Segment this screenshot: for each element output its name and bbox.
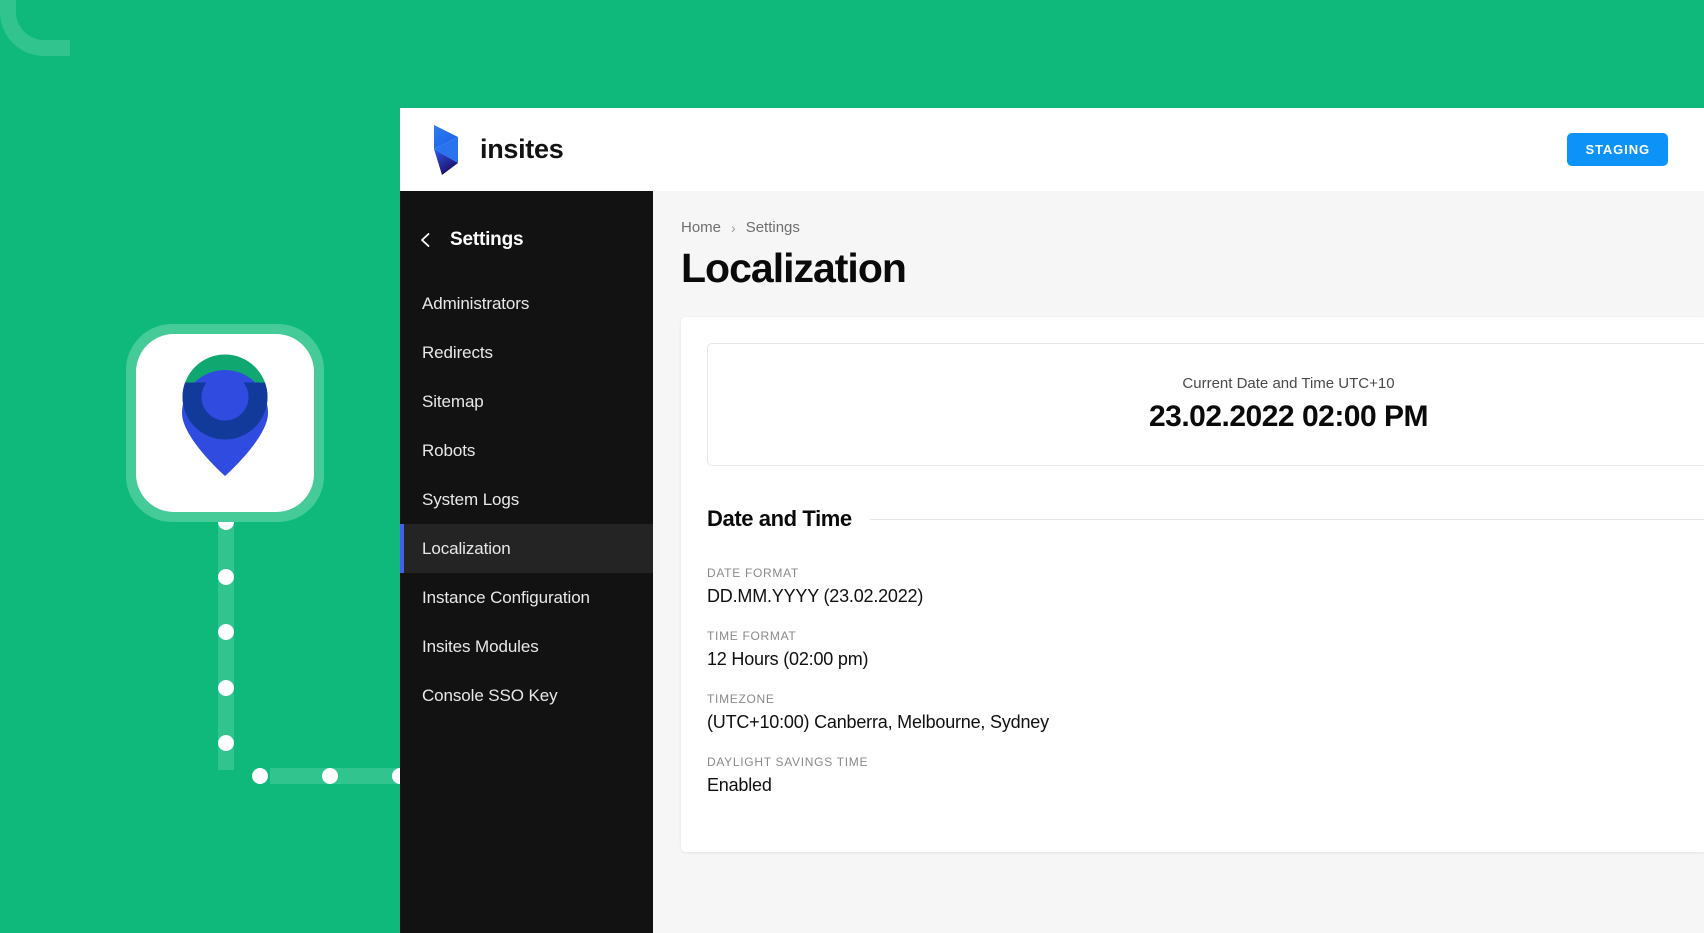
- main-content: Home › Settings Localization Current Dat…: [653, 191, 1704, 933]
- brand-name: insites: [480, 134, 564, 164]
- sidebar-item-localization[interactable]: Localization: [400, 524, 653, 573]
- insites-arrow-logo-icon: [434, 124, 458, 175]
- app-window: insites STAGING Settings Administrators …: [400, 108, 1704, 933]
- field-value: (UTC+10:00) Canberra, Melbourne, Sydney: [707, 712, 1049, 733]
- track-dot: [218, 624, 234, 640]
- track-dot: [252, 768, 268, 784]
- field-value: 12 Hours (02:00 pm): [707, 649, 869, 670]
- track-dot: [218, 735, 234, 751]
- sidebar-item-insites-modules[interactable]: Insites Modules: [400, 622, 653, 671]
- field-daylight-savings-time: DAYLIGHT SAVINGS TIME Enabled: [707, 755, 1704, 796]
- field-label: TIMEZONE: [707, 692, 775, 707]
- page-title: Localization: [681, 245, 907, 291]
- settings-sidebar: Settings Administrators Redirects Sitema…: [400, 191, 653, 933]
- breadcrumb-separator-icon: ›: [731, 219, 736, 236]
- current-datetime-value: 23.02.2022 02:00 PM: [1148, 400, 1429, 434]
- field-label: DAYLIGHT SAVINGS TIME: [707, 755, 869, 770]
- field-timezone: TIMEZONE (UTC+10:00) Canberra, Melbourne…: [707, 692, 1704, 733]
- location-pin-icon: [182, 354, 268, 476]
- sidebar-item-console-sso-key[interactable]: Console SSO Key: [400, 671, 653, 720]
- field-label: DATE FORMAT: [707, 566, 799, 581]
- field-value: Enabled: [707, 775, 772, 796]
- track-dot: [218, 680, 234, 696]
- breadcrumb-home[interactable]: Home: [681, 219, 721, 236]
- body-row: Settings Administrators Redirects Sitema…: [400, 191, 1704, 933]
- date-and-time-section-header: Date and Time: [707, 506, 1704, 532]
- sidebar-item-robots[interactable]: Robots: [400, 426, 653, 475]
- section-heading: Date and Time: [707, 506, 852, 532]
- track-corner-segment: [0, 0, 70, 56]
- field-value: DD.MM.YYYY (23.02.2022): [707, 586, 924, 607]
- localization-card: Current Date and Time UTC+10 23.02.2022 …: [681, 317, 1704, 853]
- track-vertical-segment: [218, 520, 234, 770]
- sidebar-item-redirects[interactable]: Redirects: [400, 328, 653, 377]
- track-dot: [322, 768, 338, 784]
- top-bar: insites STAGING: [400, 108, 1704, 191]
- breadcrumb-settings[interactable]: Settings: [746, 219, 800, 236]
- environment-badge[interactable]: STAGING: [1567, 133, 1668, 166]
- sidebar-item-sitemap[interactable]: Sitemap: [400, 377, 653, 426]
- chevron-left-icon: [421, 233, 430, 247]
- sidebar-title: Settings: [450, 229, 524, 250]
- current-datetime-label: Current Date and Time UTC+10: [1182, 375, 1395, 393]
- field-label: TIME FORMAT: [707, 629, 797, 644]
- track-dot: [218, 569, 234, 585]
- sidebar-nav-list: Administrators Redirects Sitemap Robots …: [400, 279, 653, 720]
- field-date-format: DATE FORMAT DD.MM.YYYY (23.02.2022): [707, 566, 1704, 607]
- field-time-format: TIME FORMAT 12 Hours (02:00 pm): [707, 629, 1704, 670]
- sidebar-back-header[interactable]: Settings: [400, 217, 653, 263]
- section-divider: [869, 518, 1704, 520]
- brand-logo[interactable]: insites: [432, 124, 564, 176]
- sidebar-item-system-logs[interactable]: System Logs: [400, 475, 653, 524]
- breadcrumb: Home › Settings: [681, 219, 1704, 236]
- current-datetime-box: Current Date and Time UTC+10 23.02.2022 …: [707, 343, 1704, 467]
- sidebar-item-instance-configuration[interactable]: Instance Configuration: [400, 573, 653, 622]
- sidebar-item-administrators[interactable]: Administrators: [400, 279, 653, 328]
